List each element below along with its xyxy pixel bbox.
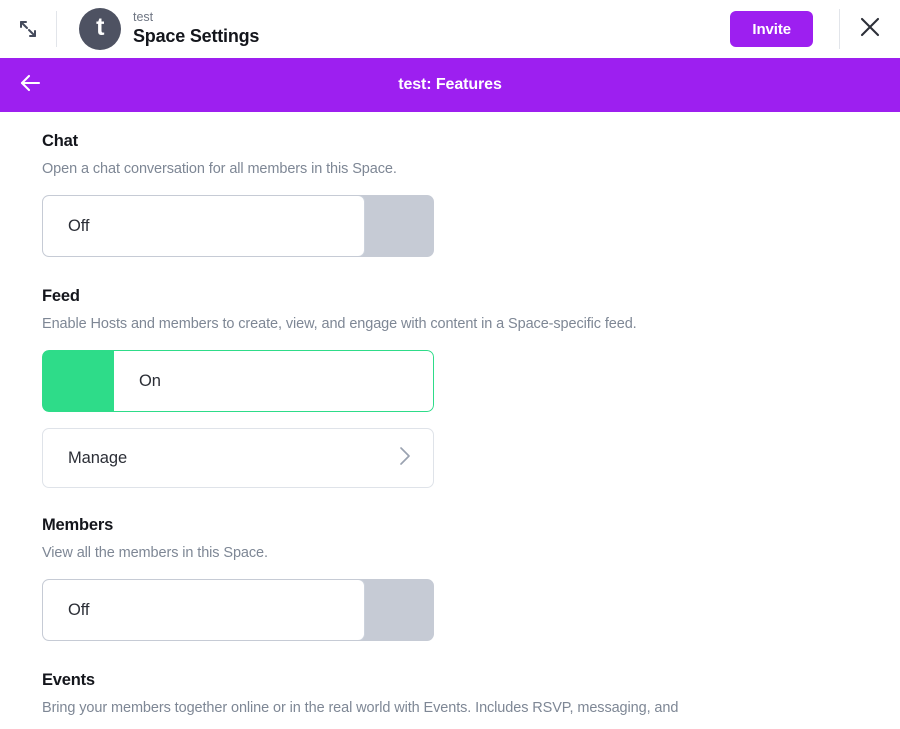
page-title: Space Settings xyxy=(133,27,259,47)
arrow-left-icon xyxy=(17,70,43,101)
toggle-feed-knob xyxy=(42,350,113,412)
brand-text: test Space Settings xyxy=(133,11,259,47)
toggle-feed[interactable]: On xyxy=(42,350,434,412)
feature-title-chat: Chat xyxy=(42,132,858,151)
features-header-title: test: Features xyxy=(0,76,900,94)
toggle-members-label: Off xyxy=(68,601,89,620)
expand-window-button[interactable] xyxy=(0,0,56,58)
toggle-members[interactable]: Off xyxy=(42,579,434,641)
avatar: t xyxy=(79,8,121,50)
toggle-feed-label: On xyxy=(139,372,161,391)
topbar-divider-left xyxy=(56,11,57,47)
feature-description-events: Bring your members together online or in… xyxy=(42,700,858,716)
spacer-1 xyxy=(0,257,900,287)
feature-title-events: Events xyxy=(42,671,858,690)
feature-description-feed: Enable Hosts and members to create, view… xyxy=(42,316,858,332)
top-bar: t test Space Settings Invite xyxy=(0,0,900,58)
manage-feed-label: Manage xyxy=(68,449,127,468)
spacer-2 xyxy=(0,488,900,516)
chevron-right-icon xyxy=(399,446,411,470)
feature-section-events: Events Bring your members together onlin… xyxy=(0,671,900,716)
expand-diagonal-icon xyxy=(17,18,39,40)
topbar-actions: Invite xyxy=(730,0,900,58)
features-header-bar: test: Features xyxy=(0,58,900,112)
manage-feed-row[interactable]: Manage xyxy=(42,428,434,488)
back-button[interactable] xyxy=(3,58,57,112)
toggle-chat-label: Off xyxy=(68,217,89,236)
feature-section-chat: Chat Open a chat conversation for all me… xyxy=(0,132,900,257)
toggle-members-knob xyxy=(365,580,433,640)
feature-section-members: Members View all the members in this Spa… xyxy=(0,516,900,641)
space-settings-window: t test Space Settings Invite xyxy=(0,0,900,729)
features-list: Chat Open a chat conversation for all me… xyxy=(0,112,900,729)
spacer-3 xyxy=(0,641,900,671)
toggle-feed-body: On xyxy=(113,350,434,412)
space-name-label: test xyxy=(133,11,259,25)
feature-title-members: Members xyxy=(42,516,858,535)
feature-description-members: View all the members in this Space. xyxy=(42,545,858,561)
toggle-chat-knob xyxy=(365,196,433,256)
close-button[interactable] xyxy=(840,0,900,58)
toggle-members-body: Off xyxy=(42,579,365,641)
feature-title-feed: Feed xyxy=(42,287,858,306)
toggle-chat[interactable]: Off xyxy=(42,195,434,257)
feature-description-chat: Open a chat conversation for all members… xyxy=(42,161,858,177)
invite-button[interactable]: Invite xyxy=(730,11,813,47)
close-icon xyxy=(857,14,883,45)
toggle-chat-body: Off xyxy=(42,195,365,257)
space-brand: t test Space Settings xyxy=(79,8,259,50)
feature-section-feed: Feed Enable Hosts and members to create,… xyxy=(0,287,900,488)
